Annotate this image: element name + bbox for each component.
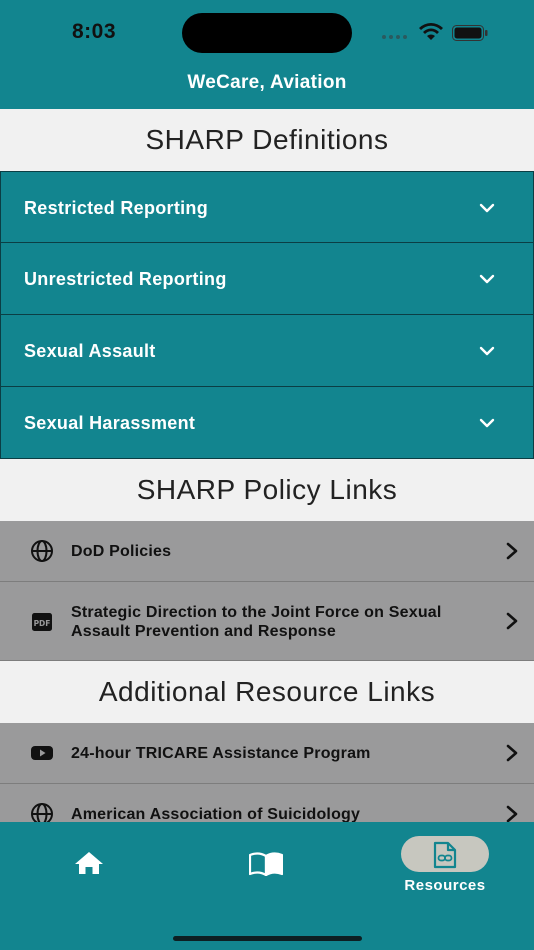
link-label: American Association of Suicidology (71, 806, 361, 822)
home-indicator[interactable] (173, 936, 362, 941)
section-title-definitions: SHARP Definitions (0, 109, 534, 171)
status-time: 8:03 (72, 20, 117, 43)
tab-home[interactable] (40, 822, 136, 912)
accordion-sexual-assault[interactable]: Sexual Assault (0, 315, 534, 387)
book-icon (249, 852, 283, 876)
tab-library[interactable] (218, 822, 314, 912)
app-title: WeCare, Aviation (187, 72, 347, 93)
svg-text:PDF: PDF (34, 619, 51, 628)
link-tricare-assistance[interactable]: 24-hour TRICARE Assistance Program (0, 723, 534, 784)
accordion-sexual-harassment[interactable]: Sexual Harassment (0, 387, 534, 459)
accordion-label: Sexual Harassment (24, 413, 196, 433)
globe-icon (31, 540, 53, 562)
chevron-right-icon (506, 542, 518, 560)
accordion-restricted-reporting[interactable]: Restricted Reporting (0, 171, 534, 243)
chevron-right-icon (506, 805, 518, 822)
accordion-unrestricted-reporting[interactable]: Unrestricted Reporting (0, 243, 534, 315)
accordion-label: Restricted Reporting (24, 198, 209, 218)
link-document-icon (433, 841, 457, 869)
link-label: Strategic Direction to the Joint Force o… (71, 604, 442, 640)
link-strategic-direction[interactable]: PDF Strategic Direction to the Joint For… (0, 582, 534, 661)
accordion-label: Unrestricted Reporting (24, 269, 227, 289)
globe-icon (31, 803, 53, 822)
content-scroll[interactable]: SHARP Definitions Restricted Reporting U… (0, 109, 534, 822)
top-bar: 8:03 WeCare, Aviation (0, 0, 534, 109)
dynamic-island (182, 13, 352, 53)
link-label: DoD Policies (71, 543, 172, 560)
chevron-right-icon (506, 744, 518, 762)
chevron-down-icon (479, 274, 495, 284)
tab-bar: Resources (0, 822, 534, 950)
link-dod-policies[interactable]: DoD Policies (0, 521, 534, 582)
battery-icon (452, 25, 488, 41)
accordion-label: Sexual Assault (24, 341, 156, 361)
chevron-down-icon (479, 346, 495, 356)
chevron-down-icon (479, 203, 495, 213)
link-american-association-suicidology[interactable]: American Association of Suicidology (0, 784, 534, 822)
section-title-policy-links: SHARP Policy Links (0, 459, 534, 521)
cellular-signal-icon (382, 35, 410, 39)
youtube-icon (31, 746, 53, 760)
section-title-additional-links: Additional Resource Links (0, 661, 534, 723)
chevron-right-icon (506, 612, 518, 630)
link-label: 24-hour TRICARE Assistance Program (71, 745, 371, 762)
wifi-icon (419, 23, 443, 40)
home-icon (75, 852, 103, 874)
chevron-down-icon (479, 418, 495, 428)
tab-resources-label: Resources (404, 877, 486, 894)
pdf-icon: PDF (32, 613, 52, 631)
